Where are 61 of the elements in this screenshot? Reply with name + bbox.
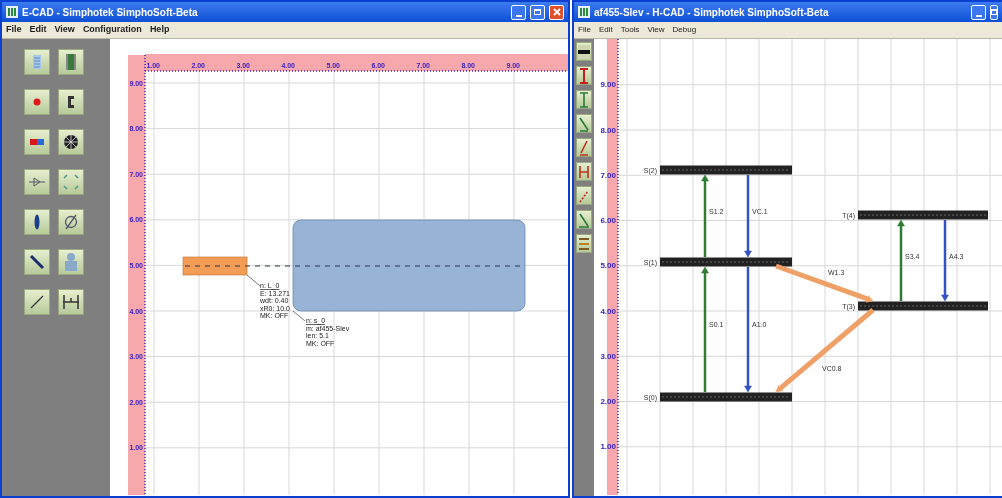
energy-level-bar[interactable]	[660, 392, 792, 402]
tool-button[interactable]	[576, 42, 592, 61]
app-icon	[578, 6, 590, 18]
y-tick-label: 3.00	[600, 351, 616, 361]
maximize-button[interactable]	[530, 4, 545, 20]
app-icon	[6, 6, 18, 18]
close-icon	[552, 8, 561, 16]
diagonal-bar-icon	[28, 253, 46, 271]
menu-item[interactable]: Edit	[598, 24, 613, 36]
tool-button[interactable]	[58, 209, 84, 235]
maximize-button[interactable]	[990, 4, 998, 20]
menu-item[interactable]: View	[647, 24, 665, 36]
window-title: E-CAD - Simphotek SimphoSoft-Beta	[22, 5, 199, 20]
y-tick-label: 8.00	[600, 125, 616, 135]
leader-line	[246, 274, 261, 287]
y-tick-label: 1.00	[600, 442, 616, 452]
tool-button[interactable]	[24, 209, 50, 235]
menu-item[interactable]: Configuration	[82, 23, 142, 37]
close-button[interactable]	[549, 4, 564, 20]
transition-arrow[interactable]	[775, 263, 874, 303]
figure-icon	[62, 253, 80, 271]
energy-level-bar[interactable]	[660, 165, 792, 175]
transition-arrow[interactable]	[701, 266, 709, 392]
line-icon	[28, 293, 46, 311]
minimize-button[interactable]	[971, 4, 986, 20]
fan-icon	[62, 133, 80, 151]
tool-button[interactable]	[58, 89, 84, 115]
y-tick-label: 4.00	[600, 306, 616, 316]
slant-arrow-icon	[577, 138, 591, 157]
menu-item[interactable]: Debug	[672, 24, 697, 36]
tool-button[interactable]	[58, 129, 84, 155]
transition-arrow[interactable]	[744, 267, 752, 393]
ruler-icon	[62, 293, 80, 311]
bracket-icon	[577, 90, 591, 109]
menu-item[interactable]: Help	[149, 23, 170, 37]
slashed-circle-icon	[62, 213, 80, 231]
transition-arrow[interactable]	[701, 174, 709, 257]
level-line-icon	[577, 42, 591, 61]
layer-bar[interactable]	[182, 256, 248, 276]
energy-level-bar[interactable]	[660, 257, 792, 267]
y-tick-label: 7.00	[600, 170, 616, 180]
corners-icon	[62, 173, 80, 191]
menu-item[interactable]: File	[6, 23, 22, 37]
bracket-icon	[577, 66, 591, 85]
menu-item[interactable]: Tools	[620, 24, 640, 36]
energy-level-bar[interactable]	[858, 301, 988, 311]
transition-arrow[interactable]	[897, 219, 905, 301]
tool-button[interactable]	[24, 249, 50, 275]
y-tick-label: 6.00	[600, 216, 616, 225]
menu-item[interactable]: Edit	[29, 23, 47, 37]
energy-level-bar[interactable]	[858, 210, 988, 220]
minimize-button[interactable]	[511, 4, 526, 20]
leader-line	[292, 310, 306, 322]
menu-item[interactable]: File	[578, 24, 591, 36]
y-tick-label: 2.00	[600, 397, 616, 406]
transition-arrow[interactable]	[941, 220, 949, 302]
transition-arrow[interactable]	[744, 175, 752, 258]
y-tick-label: 5.00	[600, 261, 616, 271]
y-tick-label: 9.00	[600, 80, 616, 90]
window-title: af455-Slev - H-CAD - Simphotek SimphoSoft-Beta	[594, 5, 830, 20]
menu-item[interactable]: View	[54, 23, 75, 37]
